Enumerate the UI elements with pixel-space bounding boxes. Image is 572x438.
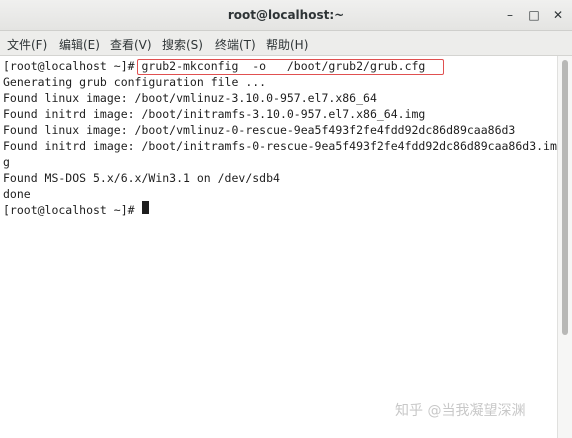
- watermark-text: 知乎 @当我凝望深渊: [395, 403, 526, 419]
- menu-help[interactable]: 帮助(H): [266, 36, 308, 53]
- menu-view[interactable]: 查看(V): [110, 36, 152, 53]
- close-icon[interactable]: ✕: [550, 7, 566, 23]
- terminal-scrollbar[interactable]: [557, 56, 572, 438]
- menu-file[interactable]: 文件(F): [7, 36, 47, 53]
- maximize-icon[interactable]: □: [526, 7, 542, 23]
- terminal-line: Generating grub configuration file ...: [3, 75, 267, 89]
- terminal-line: done: [3, 187, 31, 201]
- menu-search[interactable]: 搜索(S): [162, 36, 203, 53]
- terminal-output[interactable]: [root@localhost ~]# grub2-mkconfig -o /b…: [0, 56, 557, 438]
- terminal-line: Found initrd image: /boot/initramfs-3.10…: [3, 107, 426, 121]
- terminal-line: [root@localhost ~]# grub2-mkconfig -o /b…: [3, 59, 426, 73]
- scrollbar-thumb[interactable]: [562, 60, 568, 335]
- terminal-line: Found initrd image: /boot/initramfs-0-re…: [3, 139, 557, 153]
- minimize-icon[interactable]: –: [502, 7, 518, 23]
- window-titlebar[interactable]: root@localhost:~ – □ ✕: [0, 0, 572, 31]
- terminal-line: Found linux image: /boot/vmlinuz-0-rescu…: [3, 123, 516, 137]
- terminal-line: Found linux image: /boot/vmlinuz-3.10.0-…: [3, 91, 377, 105]
- menu-bar: 文件(F) 编辑(E) 查看(V) 搜索(S) 终端(T) 帮助(H): [0, 31, 572, 56]
- menu-edit[interactable]: 编辑(E): [59, 36, 100, 53]
- terminal-line: Found MS-DOS 5.x/6.x/Win3.1 on /dev/sdb4: [3, 171, 280, 185]
- menu-terminal[interactable]: 终端(T): [215, 36, 256, 53]
- window-title: root@localhost:~: [227, 8, 345, 22]
- terminal-line: g: [3, 155, 10, 169]
- terminal-prompt: [root@localhost ~]#: [3, 203, 142, 217]
- text-cursor: [142, 201, 149, 214]
